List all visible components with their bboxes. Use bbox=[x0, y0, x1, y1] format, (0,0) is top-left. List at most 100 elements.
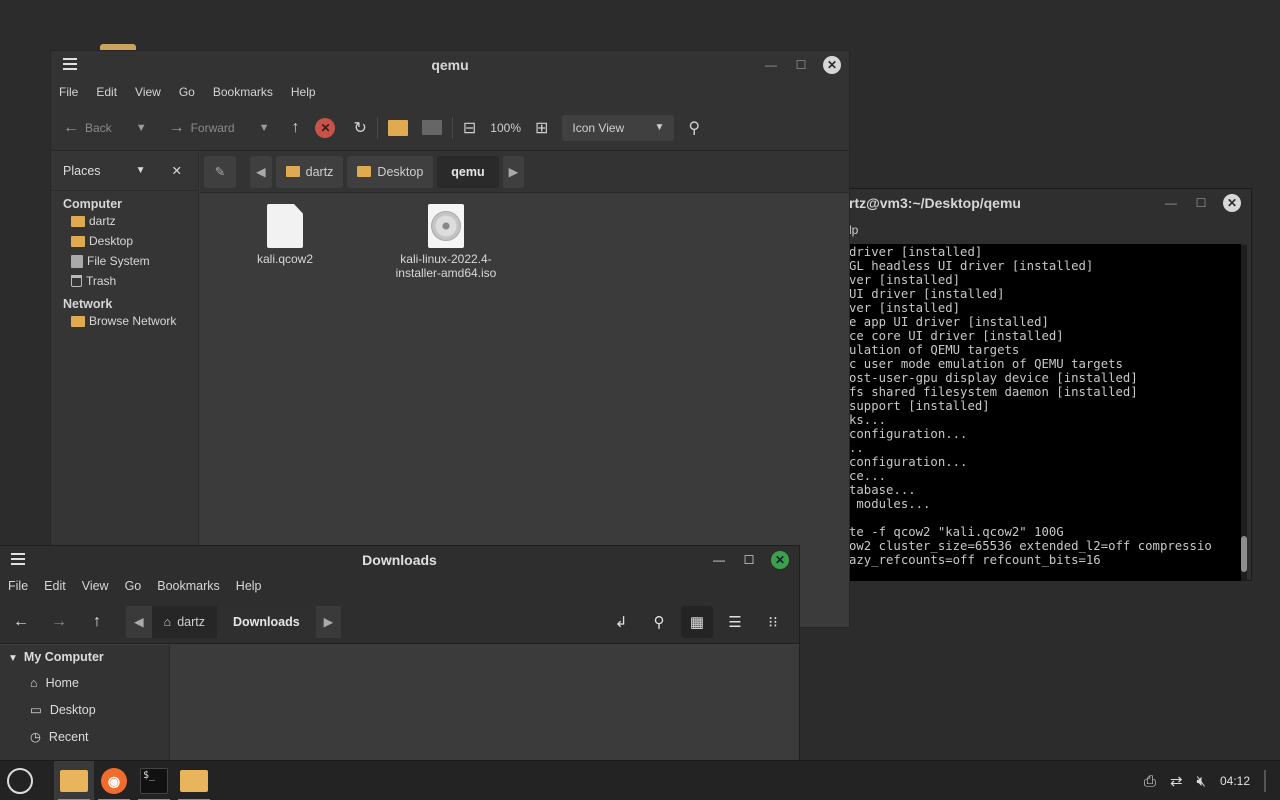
close-sidebar-icon[interactable]: ✕ bbox=[172, 163, 182, 178]
path-segment-qemu[interactable]: qemu bbox=[437, 155, 499, 188]
close-icon[interactable]: ✕ bbox=[1223, 194, 1241, 212]
computer-icon[interactable] bbox=[421, 120, 442, 135]
menu-bookmarks[interactable]: Bookmarks bbox=[157, 579, 220, 600]
path-scroll-left[interactable]: ◀ bbox=[126, 605, 152, 638]
home-folder-icon[interactable] bbox=[387, 119, 408, 136]
menu-go[interactable]: Go bbox=[125, 579, 142, 600]
minimize-icon[interactable]: — bbox=[711, 553, 727, 567]
forward-button[interactable]: → bbox=[40, 613, 78, 631]
menubar: File Edit View Go Bookmarks Help bbox=[51, 79, 849, 105]
file-item[interactable]: kali.qcow2 bbox=[240, 204, 330, 266]
menu-file[interactable]: File bbox=[59, 85, 78, 105]
terminal-title: rtz@vm3:~/Desktop/qemu bbox=[849, 195, 1021, 211]
terminal-line: fs shared filesystem daemon [installed] bbox=[849, 385, 1138, 399]
taskbar-app-terminal[interactable]: $_ bbox=[134, 761, 174, 800]
zoom-level: 100% bbox=[490, 120, 521, 135]
sidebar-item-filesystem[interactable]: File System bbox=[51, 251, 198, 271]
sidebar-item-browse-network[interactable]: Browse Network bbox=[51, 311, 198, 331]
menu-view[interactable]: View bbox=[82, 579, 109, 600]
menu-help[interactable]: Help bbox=[291, 85, 316, 105]
search-icon[interactable]: ⚲ bbox=[688, 118, 700, 138]
terminal-window: rtz@vm3:~/Desktop/qemu — ☐ ✕ lp driver [… bbox=[806, 188, 1252, 581]
reload-icon[interactable]: ↻ bbox=[353, 118, 366, 138]
search-icon[interactable]: ⚲ bbox=[643, 606, 675, 638]
taskbar-app-file-manager[interactable] bbox=[54, 760, 94, 800]
sidebar-item-recent[interactable]: ◷ Recent bbox=[0, 723, 169, 750]
firefox-icon: ◉ bbox=[101, 767, 127, 794]
taskbar-app-firefox[interactable]: ◉ bbox=[94, 761, 134, 800]
sidebar-item-home[interactable]: ⌂ Home bbox=[0, 669, 169, 696]
forward-button[interactable]: → Forward ▼ bbox=[169, 119, 270, 137]
minimize-icon[interactable]: — bbox=[763, 58, 779, 72]
list-view-icon[interactable]: ☰ bbox=[719, 606, 751, 638]
icon-view-icon[interactable]: ▦ bbox=[681, 606, 713, 638]
sidebar-section-my-computer[interactable]: ▼ My Computer bbox=[0, 645, 169, 669]
path-scroll-right[interactable]: ▶ bbox=[315, 605, 342, 638]
path-segment-downloads[interactable]: Downloads bbox=[216, 605, 316, 638]
close-icon[interactable]: ✕ bbox=[771, 551, 789, 569]
start-menu-button[interactable] bbox=[0, 761, 40, 800]
terminal-line: driver [installed] bbox=[849, 245, 983, 259]
edit-location-button[interactable]: ✎ bbox=[204, 155, 236, 188]
trash-icon bbox=[71, 275, 82, 287]
back-button[interactable]: ← Back ▼ bbox=[63, 119, 147, 137]
file-view[interactable] bbox=[171, 645, 799, 760]
clock[interactable]: 04:12 bbox=[1220, 774, 1250, 788]
minimize-icon[interactable]: — bbox=[1163, 196, 1179, 210]
chevron-down-icon[interactable]: ▼ bbox=[136, 165, 146, 176]
terminal-menu-help[interactable]: lp bbox=[807, 217, 1251, 243]
sidebar-item-desktop[interactable]: Desktop bbox=[51, 231, 198, 251]
sidebar-item-dartz[interactable]: dartz bbox=[51, 211, 198, 231]
menu-view[interactable]: View bbox=[135, 85, 161, 105]
maximize-icon[interactable]: ☐ bbox=[741, 553, 757, 567]
arrow-right-icon: → bbox=[51, 612, 67, 630]
places-dropdown[interactable]: Places bbox=[63, 164, 101, 178]
close-icon[interactable]: ✕ bbox=[823, 56, 841, 74]
volume-muted-icon[interactable]: 🔇︎ bbox=[1197, 773, 1206, 790]
sidebar-item-desktop[interactable]: ▭ Desktop bbox=[0, 696, 169, 723]
chevron-right-icon: ▶ bbox=[323, 615, 334, 629]
path-segment-dartz[interactable]: dartz bbox=[275, 155, 344, 188]
compact-view-icon[interactable]: ⁝⁝ bbox=[757, 606, 789, 638]
sidebar-item-trash[interactable]: Trash bbox=[51, 271, 198, 291]
chevron-down-icon[interactable]: ▼ bbox=[136, 122, 147, 134]
printer-icon[interactable]: ⎙ bbox=[1144, 773, 1156, 790]
stop-icon[interactable]: ✕ bbox=[315, 117, 336, 138]
menu-file[interactable]: File bbox=[8, 579, 28, 600]
chevron-down-icon: ▼ bbox=[654, 122, 665, 133]
path-segment-dartz[interactable]: ⌂ dartz bbox=[152, 606, 217, 638]
zoom-out-icon[interactable]: ⊟ bbox=[463, 118, 476, 138]
view-mode-select[interactable]: Icon View ▼ bbox=[562, 114, 675, 141]
path-scroll-right[interactable]: ▶ bbox=[502, 155, 525, 188]
network-icon[interactable]: ⇄ bbox=[1170, 772, 1183, 790]
toggle-location-entry-icon[interactable]: ↲ bbox=[605, 606, 637, 638]
zoom-in-icon[interactable]: ⊞ bbox=[535, 118, 548, 138]
file-manager-window-qemu: qemu — ☐ ✕ File Edit View Go Bookmarks H… bbox=[50, 50, 850, 628]
pencil-icon: ✎ bbox=[214, 165, 226, 179]
terminal-line: c user mode emulation of QEMU targets bbox=[849, 357, 1123, 371]
up-button[interactable]: ↑ bbox=[78, 613, 116, 631]
arrow-left-icon: ← bbox=[63, 118, 79, 136]
home-folder-icon bbox=[285, 166, 300, 177]
maximize-icon[interactable]: ☐ bbox=[793, 58, 809, 72]
menu-edit[interactable]: Edit bbox=[44, 579, 66, 600]
window-titlebar[interactable]: qemu — ☐ ✕ bbox=[51, 51, 849, 79]
back-button[interactable]: ← bbox=[2, 613, 40, 631]
file-item[interactable]: kali-linux-2022.4- installer-amd64.iso bbox=[386, 204, 506, 280]
terminal-output[interactable]: driver [installed] GL headless UI driver … bbox=[807, 244, 1241, 581]
terminal-titlebar[interactable]: rtz@vm3:~/Desktop/qemu — ☐ ✕ bbox=[807, 189, 1251, 217]
taskbar-app-file-manager-2[interactable] bbox=[174, 761, 214, 800]
window-title: qemu bbox=[431, 57, 469, 73]
window-titlebar[interactable]: Downloads — ☐ ✕ bbox=[0, 546, 799, 574]
path-scroll-left[interactable]: ◀ bbox=[250, 155, 272, 188]
path-segment-desktop[interactable]: Desktop bbox=[347, 155, 434, 188]
maximize-icon[interactable]: ☐ bbox=[1193, 196, 1209, 210]
chevron-down-icon[interactable]: ▼ bbox=[259, 122, 270, 134]
menu-go[interactable]: Go bbox=[179, 85, 195, 105]
menu-help[interactable]: Help bbox=[236, 579, 262, 600]
show-desktop-button[interactable] bbox=[1264, 770, 1266, 792]
menu-bookmarks[interactable]: Bookmarks bbox=[213, 85, 273, 105]
terminal-scrollbar[interactable] bbox=[1241, 245, 1247, 580]
up-arrow-icon[interactable]: ↑ bbox=[291, 119, 299, 137]
menu-edit[interactable]: Edit bbox=[96, 85, 117, 105]
